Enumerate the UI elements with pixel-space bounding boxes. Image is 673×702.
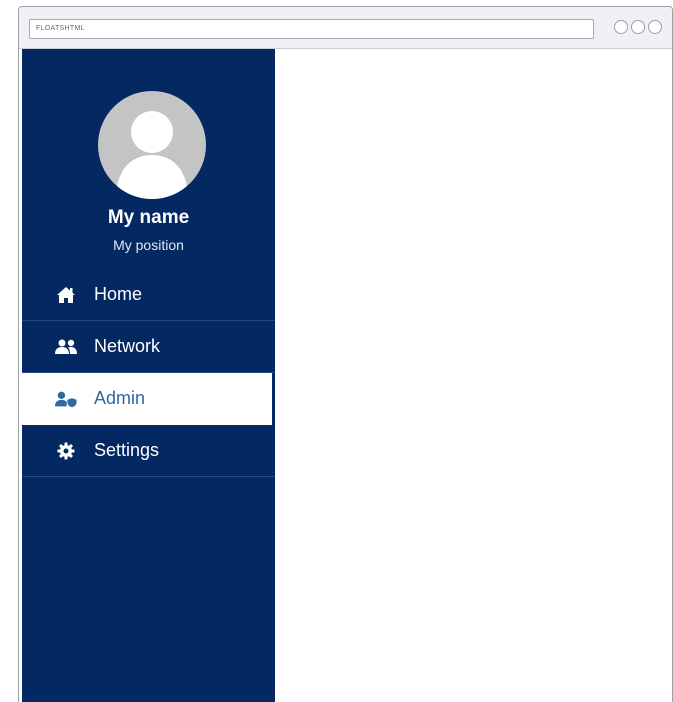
window-control-maximize[interactable] <box>631 20 645 34</box>
sidebar-item-label: Settings <box>94 440 160 460</box>
users-icon <box>55 336 77 358</box>
home-icon <box>55 284 77 306</box>
gear-icon <box>55 440 77 462</box>
window-control-minimize[interactable] <box>614 20 628 34</box>
sidebar-item-settings[interactable]: Settings <box>22 425 275 477</box>
sidebar-item-label: Admin <box>94 388 146 408</box>
avatar <box>98 91 206 199</box>
user-position: My position <box>113 237 184 253</box>
sidebar-nav: Home Network Admin Settings <box>22 269 275 477</box>
user-shield-icon <box>55 388 77 410</box>
sidebar-item-network[interactable]: Network <box>22 321 275 373</box>
browser-window: FLOATSHTML My name My position Home Netw… <box>18 6 673 702</box>
sidebar-item-admin[interactable]: Admin <box>22 373 272 425</box>
user-name: My name <box>107 207 190 228</box>
window-controls <box>614 20 662 38</box>
browser-toolbar: FLOATSHTML <box>19 7 672 49</box>
user-silhouette-icon <box>116 111 188 199</box>
sidebar-item-label: Network <box>94 336 161 356</box>
window-control-close[interactable] <box>648 20 662 34</box>
page-viewport: My name My position Home Network Admin S… <box>19 49 672 702</box>
address-bar[interactable]: FLOATSHTML <box>29 19 594 39</box>
sidebar: My name My position Home Network Admin S… <box>22 49 275 702</box>
sidebar-item-label: Home <box>94 284 143 304</box>
sidebar-item-home[interactable]: Home <box>22 269 275 321</box>
